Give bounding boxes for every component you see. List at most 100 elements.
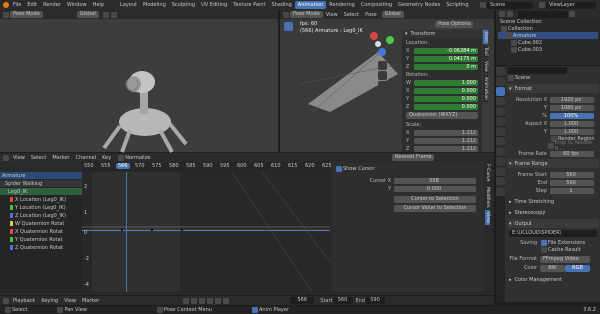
channel-row[interactable]: X Location (Leg0_IK) — [0, 196, 82, 203]
channel-row[interactable]: Z Location (Leg0_IK) — [0, 212, 82, 219]
next-key-icon[interactable] — [215, 297, 222, 304]
mode-selector[interactable]: Pose Mode — [290, 11, 323, 18]
value-field[interactable]: 1.000 — [414, 79, 478, 86]
annotate-tool-icon[interactable] — [284, 82, 293, 91]
cursor-x-field[interactable]: 558 — [394, 178, 476, 184]
cursor-tool-icon[interactable] — [284, 32, 293, 41]
channel-row[interactable]: Z Quaternion Rotat — [0, 244, 82, 251]
stereoscopy-section[interactable]: Stereoscopy — [515, 210, 546, 216]
mode-selector[interactable]: Pose Mode — [10, 11, 43, 18]
resolution-y-field[interactable]: 1080 px — [550, 104, 594, 111]
menu-window[interactable]: Window — [64, 2, 90, 8]
transform-orientation[interactable]: Global — [76, 11, 99, 18]
frame-ruler[interactable]: 550 555 566 570 575 580 585 590 595 600 605 610 615 6… — [82, 162, 332, 171]
physics-icon[interactable] — [496, 147, 505, 156]
grid-icon[interactable] — [378, 91, 387, 100]
menu-marker[interactable]: Marker — [79, 298, 102, 304]
channel-row[interactable]: X Quaternion Rotat — [0, 228, 82, 235]
display-mode-icon[interactable] — [507, 11, 513, 17]
aspect-y-field[interactable]: 1.000 — [550, 128, 594, 135]
menu-help[interactable]: Help — [90, 2, 107, 8]
data-icon[interactable] — [496, 167, 505, 176]
pivot-select[interactable]: Nearest Frame — [392, 154, 434, 161]
channel-row[interactable]: Y Quaternion Rotat — [0, 236, 82, 243]
value-field[interactable]: 0.000 — [414, 95, 478, 102]
workspace-tab-scripting[interactable]: Scripting — [443, 1, 471, 9]
outliner-item[interactable]: Cube.002 — [498, 39, 598, 46]
n-panel-tab-view[interactable]: View — [483, 59, 488, 74]
texture-icon[interactable] — [496, 187, 505, 196]
jump-start-icon[interactable] — [183, 297, 190, 304]
scene-icon[interactable] — [496, 107, 505, 116]
transform-orientation[interactable]: Global — [381, 11, 404, 18]
play-reverse-icon[interactable] — [199, 297, 206, 304]
menu-view[interactable]: View — [323, 12, 341, 18]
end-frame-field[interactable]: 590 — [365, 297, 386, 304]
value-field[interactable]: -0.06284 m — [414, 47, 478, 54]
measure-tool-icon[interactable] — [284, 92, 293, 101]
view-layer-selector[interactable]: ViewLayer — [546, 1, 596, 9]
curve-area[interactable]: 2 1 0 -2 -4 — [82, 172, 330, 292]
left-viewport[interactable]: Pose Mode Global — [0, 10, 278, 153]
n-panel-tab-animation[interactable]: Animation — [483, 74, 488, 102]
n-panel-tab-tool[interactable]: Tool — [483, 45, 488, 58]
frame-end-field[interactable]: 590 — [550, 179, 594, 186]
properties-search[interactable] — [507, 66, 567, 74]
menu-channel[interactable]: Channel — [73, 155, 100, 161]
jump-end-icon[interactable] — [223, 297, 230, 304]
color-management-section[interactable]: Color Management — [515, 277, 563, 283]
editor-type-icon[interactable] — [3, 154, 9, 161]
cursor-value-to-selection-button[interactable]: Cursor Value to Selection — [394, 205, 476, 212]
n-panel-tab-item[interactable]: Item — [483, 30, 488, 45]
navigation-gizmo[interactable] — [368, 30, 396, 58]
scene-selector[interactable]: Scene — [487, 1, 533, 9]
menu-select[interactable]: Select — [341, 12, 362, 18]
play-icon[interactable] — [207, 297, 214, 304]
object-icon[interactable] — [496, 127, 505, 136]
editor-type-icon[interactable] — [3, 297, 9, 304]
curves[interactable] — [82, 172, 330, 292]
value-field[interactable]: 1.212 — [414, 137, 478, 144]
output-path-field[interactable]: E:\UCLOUD\SPIDER\ — [509, 230, 597, 237]
transform-tool-icon[interactable] — [284, 72, 293, 81]
workspace-tab-compositing[interactable]: Compositing — [358, 1, 395, 9]
channel-row[interactable]: Armature — [0, 172, 82, 179]
rotate-tool-icon[interactable] — [284, 52, 293, 61]
menu-pose[interactable]: Pose — [362, 12, 380, 18]
channel-row[interactable]: W Quaternion Rotat — [0, 220, 82, 227]
view-layer-icon[interactable] — [496, 97, 505, 106]
resolution-pct-field[interactable]: 100% — [550, 112, 594, 119]
filter-icon[interactable] — [569, 11, 575, 17]
camera-icon[interactable] — [378, 81, 387, 90]
channel-row[interactable]: Y Location (Leg0_IK) — [0, 204, 82, 211]
select-tool-icon[interactable] — [284, 22, 293, 31]
time-stretching-section[interactable]: Time Stretching — [515, 199, 555, 205]
bone-icon[interactable] — [496, 177, 505, 186]
workspace-tab-uv-editing[interactable]: UV Editing — [198, 1, 230, 9]
graph-tab-modifiers[interactable]: Modifiers — [485, 184, 490, 210]
constraint-icon[interactable] — [496, 157, 505, 166]
aspect-x-field[interactable]: 1.000 — [550, 120, 594, 127]
move-tool-icon[interactable] — [284, 42, 293, 51]
prev-key-icon[interactable] — [191, 297, 198, 304]
cursor-to-selection-button[interactable]: Cursor to Selection — [394, 196, 476, 203]
frame-range-section[interactable]: Frame Range — [515, 161, 548, 167]
value-field[interactable]: 1.212 — [414, 129, 478, 136]
editor-type-icon[interactable] — [499, 11, 505, 17]
proportional-icon[interactable] — [110, 11, 117, 18]
workspace-tab-texture-paint[interactable]: Texture Paint — [230, 1, 268, 9]
workspace-tab-layout[interactable]: Layout — [117, 1, 140, 9]
value-field[interactable]: 0 m — [414, 63, 478, 70]
output-section[interactable]: Output — [515, 221, 532, 227]
workspace-tab-rendering[interactable]: Rendering — [326, 1, 358, 9]
blender-logo-icon[interactable] — [3, 2, 9, 8]
graph-tab-view[interactable]: View — [485, 210, 490, 225]
render-icon[interactable] — [496, 77, 505, 86]
editor-type-icon[interactable] — [3, 11, 9, 18]
channel-row[interactable]: Leg0_IK — [0, 188, 82, 195]
world-icon[interactable] — [496, 117, 505, 126]
snap-icon[interactable] — [102, 11, 109, 18]
pose-options-button[interactable]: Pose Options — [435, 21, 474, 28]
current-frame-field[interactable]: 566 — [290, 297, 315, 304]
workspace-tab-shading[interactable]: Shading — [268, 1, 294, 9]
